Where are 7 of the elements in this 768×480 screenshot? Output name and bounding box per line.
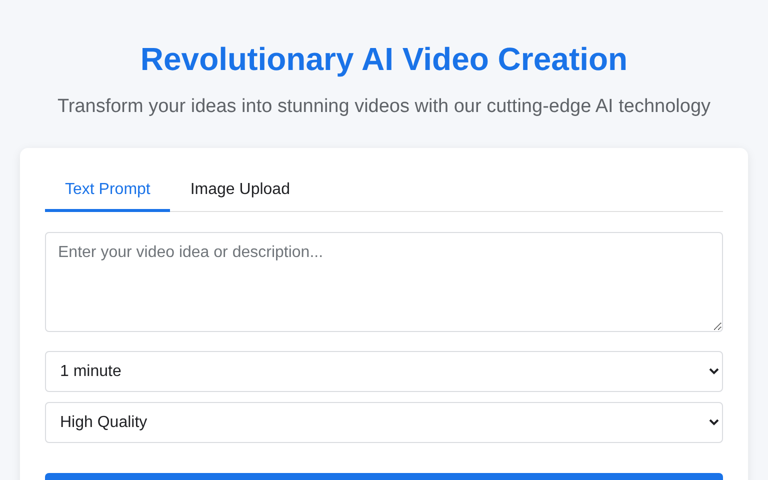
dropdown-select[interactable]: 1 minute bbox=[45, 351, 723, 392]
prompt-textarea[interactable]: Enter your video idea or description... bbox=[45, 232, 723, 332]
tab[interactable]: Image Upload bbox=[170, 173, 310, 212]
tab[interactable]: Text Prompt bbox=[45, 173, 170, 212]
dropdown-select[interactable]: High Quality bbox=[45, 402, 723, 443]
page-subtitle: Transform your ideas into stunning videos with our cutting-edge AI technology bbox=[56, 95, 712, 119]
page-title: Revolutionary AI Video Creation bbox=[139, 40, 629, 78]
